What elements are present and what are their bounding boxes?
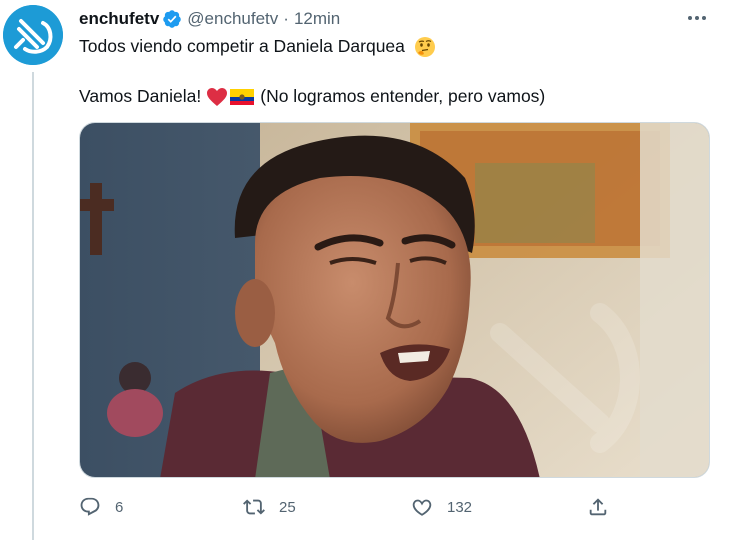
- handle[interactable]: @enchufetv: [187, 9, 278, 29]
- retweet-button[interactable]: 25: [243, 494, 296, 520]
- thinking-face-icon: [414, 37, 435, 58]
- reply-button[interactable]: 6: [79, 494, 123, 520]
- reply-icon: [80, 497, 100, 516]
- share-icon: [589, 498, 607, 516]
- more-options-icon: [688, 16, 706, 20]
- like-count: 132: [447, 498, 473, 516]
- separator-dot: ·: [283, 9, 289, 28]
- display-name[interactable]: enchufetv: [79, 9, 159, 29]
- tweet-header: enchufetv @enchufetv · 12min: [79, 8, 340, 30]
- tweet-media-image[interactable]: [79, 122, 710, 478]
- tweet-text-2-start: Vamos Daniela!: [79, 86, 202, 106]
- share-button[interactable]: [587, 494, 609, 520]
- more-options-button[interactable]: [685, 8, 709, 28]
- tweet-text-line-2: Vamos Daniela! (No logramos entender, pe…: [79, 86, 545, 107]
- retweet-count: 25: [279, 498, 296, 516]
- tweet-text-2-end: (No logramos entender, pero vamos): [260, 86, 546, 106]
- verified-badge-icon: [163, 10, 182, 28]
- like-icon: [412, 499, 432, 516]
- enchufetv-logo-icon: [3, 5, 63, 65]
- tweet-text-1: Todos viendo competir a Daniela Darquea: [79, 36, 405, 56]
- like-button[interactable]: 132: [411, 494, 472, 520]
- timestamp[interactable]: 12min: [294, 9, 340, 29]
- thread-line: [32, 72, 34, 540]
- photo-young-man-squinting: [80, 123, 709, 477]
- avatar[interactable]: [3, 5, 63, 65]
- reply-count: 6: [115, 498, 124, 516]
- tweet-text-line-1: Todos viendo competir a Daniela Darquea: [79, 36, 436, 58]
- ecuador-flag-icon: [230, 88, 255, 105]
- tweet-actions: 6 25 132: [79, 494, 639, 520]
- retweet-icon: [243, 499, 265, 515]
- red-heart-icon: [207, 87, 228, 106]
